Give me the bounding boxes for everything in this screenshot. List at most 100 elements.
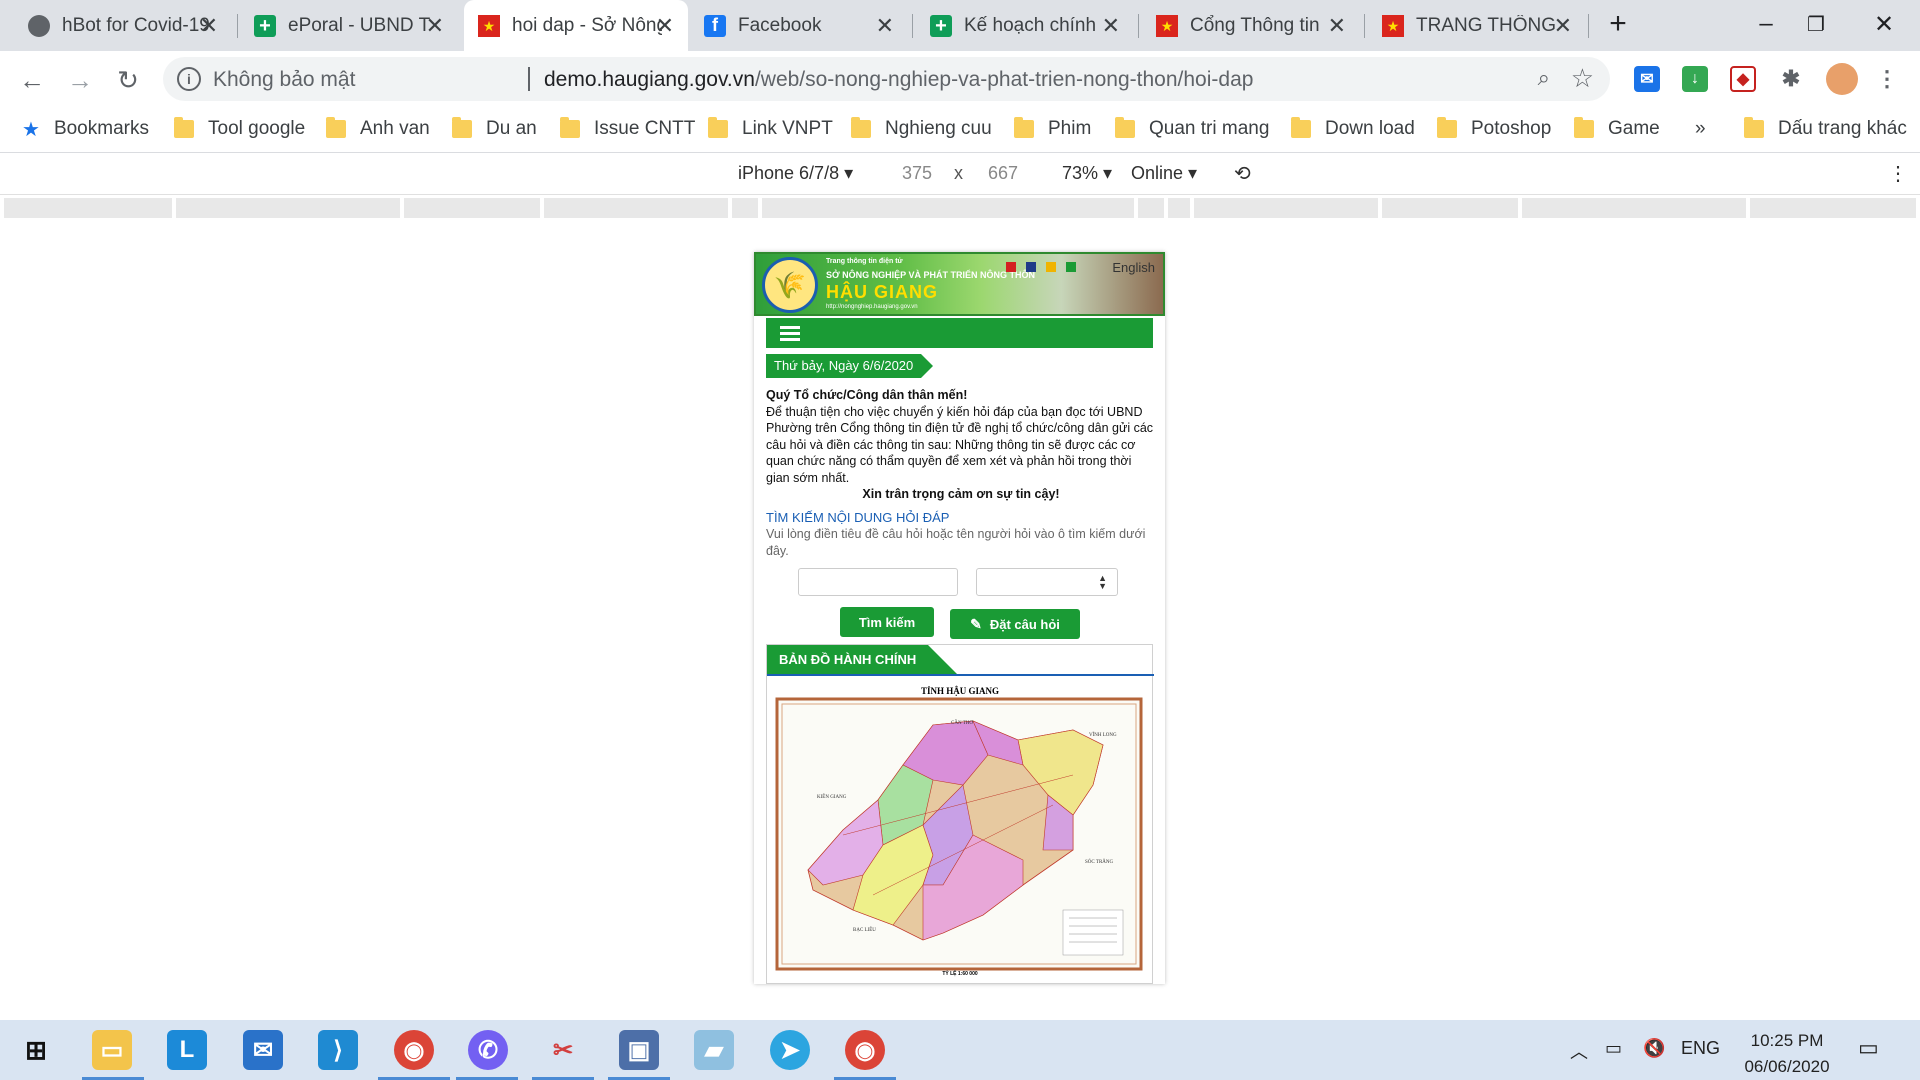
media-query-segment[interactable] <box>1522 198 1746 218</box>
close-window-icon[interactable]: ✕ <box>1864 4 1904 44</box>
bookmark-other[interactable]: Dấu trang khác <box>1744 114 1907 144</box>
tray-chevron-icon[interactable]: ︿ <box>1570 1038 1588 1064</box>
bookmark-star-icon[interactable]: ☆ <box>1571 63 1594 94</box>
reload-icon[interactable]: ↻ <box>108 60 148 100</box>
browser-toolbar: ← → ↻ i Không bảo mật demo.haugiang.gov.… <box>0 51 1920 108</box>
bookmark-bookmarks[interactable]: ★ Bookmarks <box>22 114 149 144</box>
close-icon[interactable]: ✕ <box>656 13 674 39</box>
tab-hbot[interactable]: hBot for Covid-19 ✕ <box>14 0 232 51</box>
hamburger-menu-icon[interactable] <box>780 326 800 342</box>
bookmark-quan-tri-mang[interactable]: Quan tri mang <box>1115 114 1269 144</box>
close-icon[interactable]: ✕ <box>876 13 894 39</box>
snipping-tool-icon[interactable]: ✂ <box>543 1030 583 1070</box>
rotate-icon[interactable]: ⟲ <box>1234 161 1251 186</box>
restore-icon[interactable]: ❐ <box>1796 4 1836 44</box>
battery-icon[interactable]: ▭ <box>1605 1038 1622 1059</box>
bookmark-issue-cntt[interactable]: Issue CNTT <box>560 114 695 144</box>
ask-question-button[interactable]: ✎ Đặt câu hỏi <box>950 609 1080 639</box>
close-icon[interactable]: ✕ <box>1554 13 1572 39</box>
windows-start-icon[interactable]: ⊞ <box>16 1030 56 1070</box>
tab-facebook[interactable]: f Facebook ✕ <box>690 0 908 51</box>
chrome-secondary-icon[interactable]: ◉ <box>845 1030 885 1070</box>
bookmark-du-an[interactable]: Du an <box>452 114 537 144</box>
bookmark-phim[interactable]: Phim <box>1014 114 1091 144</box>
media-query-segment[interactable] <box>732 198 758 218</box>
bookmark-tool-google[interactable]: Tool google <box>174 114 305 144</box>
extension-download-icon[interactable]: ↓ <box>1682 66 1708 92</box>
telegram-icon[interactable]: ➤ <box>770 1030 810 1070</box>
search-button[interactable]: Tìm kiếm <box>840 607 934 637</box>
vscode-icon[interactable]: ⟩ <box>318 1030 358 1070</box>
back-arrow-icon[interactable]: ← <box>12 60 52 100</box>
close-icon[interactable]: ✕ <box>1102 13 1120 39</box>
chrome-icon[interactable]: ◉ <box>394 1030 434 1070</box>
color-swatch-blue[interactable] <box>1026 262 1036 272</box>
clock[interactable]: 10:25 PM 06/06/2020 <box>1737 1028 1837 1080</box>
tab-ke-hoach[interactable]: + Kế hoạch chính ✕ <box>916 0 1134 51</box>
new-tab-button[interactable]: + <box>1598 4 1638 44</box>
color-swatch-red[interactable] <box>1006 262 1016 272</box>
close-icon[interactable]: ✕ <box>1328 13 1346 39</box>
bookmark-nghieng-cuu[interactable]: Nghieng cuu <box>851 114 992 144</box>
map-label-kien-giang: KIÊN GIANG <box>817 795 847 800</box>
bookmarks-overflow-button[interactable]: » <box>1695 114 1706 144</box>
language-link[interactable]: English <box>1112 260 1155 275</box>
color-swatch-green[interactable] <box>1066 262 1076 272</box>
info-icon[interactable]: i <box>177 67 201 91</box>
admin-map-image[interactable]: TỈNH HẬU GIANG CẦN THƠ VĨNH LONG KIÊN GI… <box>773 685 1147 981</box>
tab-hoi-dap-active[interactable]: ★ hoi dap - Sở Nông ✕ <box>464 0 688 51</box>
color-swatch-yellow[interactable] <box>1046 262 1056 272</box>
file-explorer-icon[interactable]: ▭ <box>92 1030 132 1070</box>
bookmark-down-load[interactable]: Down load <box>1291 114 1415 144</box>
device-select[interactable]: iPhone 6/7/8 ▾ <box>738 163 853 184</box>
height-input[interactable]: 667 <box>988 163 1018 184</box>
media-query-segment[interactable] <box>1382 198 1518 218</box>
bookmark-link-vnpt[interactable]: Link VNPT <box>708 114 833 144</box>
media-query-segment[interactable] <box>1138 198 1164 218</box>
tab-eporal[interactable]: + ePoral - UBND T ✕ <box>240 0 458 51</box>
extension-mail-icon[interactable]: ✉ <box>1634 66 1660 92</box>
viber-icon[interactable]: ✆ <box>468 1030 508 1070</box>
media-query-segment[interactable] <box>176 198 400 218</box>
menu-kebab-icon[interactable]: ⋮ <box>1874 66 1900 92</box>
bookmark-anh-van[interactable]: Anh van <box>326 114 430 144</box>
mail-icon[interactable]: ✉ <box>243 1030 283 1070</box>
media-query-segment[interactable] <box>1750 198 1916 218</box>
media-query-segment[interactable] <box>1168 198 1190 218</box>
tab-trang-thong[interactable]: ★ TRANG THÔNG ✕ <box>1368 0 1586 51</box>
media-query-segment[interactable] <box>4 198 172 218</box>
close-icon[interactable]: ✕ <box>200 13 218 39</box>
notebook-icon[interactable]: ▰ <box>694 1030 734 1070</box>
bookmark-game[interactable]: Game <box>1574 114 1660 144</box>
notifications-icon[interactable]: ▭ <box>1858 1035 1879 1061</box>
bookmark-label: Potoshop <box>1471 118 1552 139</box>
tab-cong-thong-tin[interactable]: ★ Cổng Thông tin ✕ <box>1142 0 1360 51</box>
url-text[interactable]: demo.haugiang.gov.vn/web/so-nong-nghiep-… <box>544 68 1253 92</box>
avatar[interactable] <box>1826 63 1858 95</box>
more-options-icon[interactable]: ⋮ <box>1888 161 1908 186</box>
extension-shield-icon[interactable]: ◆ <box>1730 66 1756 92</box>
media-query-segment[interactable] <box>544 198 728 218</box>
bookmark-potoshop[interactable]: Potoshop <box>1437 114 1551 144</box>
media-query-segment[interactable] <box>404 198 540 218</box>
media-query-segment[interactable] <box>1194 198 1378 218</box>
search-input[interactable] <box>798 568 958 596</box>
intro-text: Quý Tổ chức/Công dân thân mến! Để thuận … <box>766 387 1156 503</box>
zoom-icon[interactable]: ⌕ <box>1538 65 1550 91</box>
l-app-icon[interactable]: L <box>167 1030 207 1070</box>
address-bar[interactable]: i Không bảo mật demo.haugiang.gov.vn/web… <box>163 57 1610 101</box>
media-query-segment[interactable] <box>762 198 1134 218</box>
extensions-puzzle-icon[interactable]: ✱ <box>1778 66 1804 92</box>
close-icon[interactable]: ✕ <box>426 13 444 39</box>
security-status[interactable]: Không bảo mật <box>213 68 355 92</box>
zoom-select[interactable]: 73% ▾ <box>1062 163 1112 184</box>
folder-icon <box>326 117 346 138</box>
search-filter-select[interactable]: ▲ ▼ <box>976 568 1118 596</box>
forward-arrow-icon[interactable]: → <box>60 60 100 100</box>
width-input[interactable]: 375 <box>902 163 932 184</box>
remote-desktop-icon[interactable]: ▣ <box>619 1030 659 1070</box>
input-language[interactable]: ENG <box>1681 1038 1720 1059</box>
network-select[interactable]: Online ▾ <box>1131 163 1197 184</box>
minimize-icon[interactable]: – <box>1746 4 1786 44</box>
volume-muted-icon[interactable]: 🔇 <box>1643 1038 1665 1059</box>
